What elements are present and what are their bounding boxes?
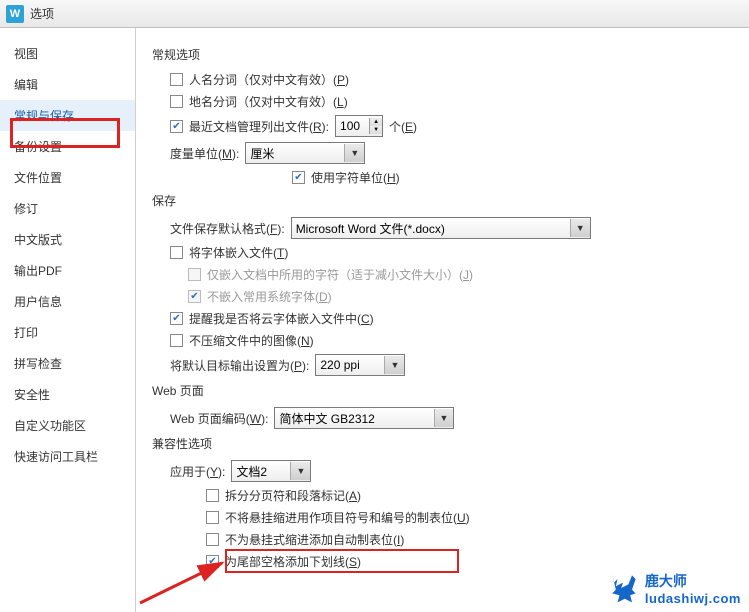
sidebar-item-spellcheck[interactable]: 拼写检查: [0, 348, 135, 379]
chevron-down-icon: ▼: [290, 462, 310, 480]
label-default-format: 文件保存默认格式(F):: [170, 220, 285, 237]
sidebar-item-general-save[interactable]: 常规与保存: [0, 100, 135, 131]
sidebar: 视图 编辑 常规与保存 备份设置 文件位置 修订 中文版式 输出PDF 用户信息…: [0, 28, 136, 612]
sidebar-item-file-location[interactable]: 文件位置: [0, 162, 135, 193]
sidebar-item-qat[interactable]: 快速访问工具栏: [0, 441, 135, 472]
sidebar-item-user-info[interactable]: 用户信息: [0, 286, 135, 317]
section-save: 保存: [152, 192, 733, 209]
checkbox-embed-subset: [188, 268, 201, 281]
label-compat-opt1: 拆分分页符和段落标记(A): [225, 487, 361, 504]
spinner-down-icon[interactable]: ▼: [370, 126, 382, 134]
label-measure: 度量单位(M):: [170, 145, 239, 162]
sidebar-item-custom-ribbon[interactable]: 自定义功能区: [0, 410, 135, 441]
section-general: 常规选项: [152, 46, 733, 63]
checkbox-place-split[interactable]: [170, 95, 183, 108]
label-recent-files: 最近文档管理列出文件(R):: [189, 118, 329, 135]
watermark-brand: 鹿大师: [645, 571, 741, 591]
checkbox-no-compress[interactable]: [170, 334, 183, 347]
sidebar-item-view[interactable]: 视图: [0, 38, 135, 69]
label-recent-unit: 个(E): [389, 118, 417, 135]
select-measure-unit[interactable]: 厘米▼: [245, 142, 365, 164]
section-web: Web 页面: [152, 382, 733, 399]
select-default-format[interactable]: Microsoft Word 文件(*.docx)▼: [291, 217, 591, 239]
label-web-encoding: Web 页面编码(W):: [170, 410, 268, 427]
sidebar-item-export-pdf[interactable]: 输出PDF: [0, 255, 135, 286]
label-embed-subset: 仅嵌入文档中所用的字符（适于减小文件大小）(J): [207, 266, 473, 283]
chevron-down-icon: ▼: [434, 409, 454, 427]
titlebar: W 选项: [0, 0, 749, 28]
watermark-url: ludashiwj.com: [645, 591, 741, 606]
window-title: 选项: [30, 5, 54, 22]
select-target-output[interactable]: 220 ppi▼: [315, 354, 405, 376]
app-icon: W: [6, 5, 24, 23]
checkbox-cloud-font-warn[interactable]: [170, 312, 183, 325]
spinner-up-icon[interactable]: ▲: [370, 118, 382, 126]
watermark: 鹿大师 ludashiwj.com: [605, 570, 741, 606]
checkbox-compat-split-pagebreak[interactable]: [206, 489, 219, 502]
checkbox-recent-files[interactable]: [170, 120, 183, 133]
label-apply-to: 应用于(Y):: [170, 463, 225, 480]
deer-icon: [605, 570, 641, 606]
label-char-unit: 使用字符单位(H): [311, 169, 400, 186]
spinner-recent-count[interactable]: 100▲▼: [335, 115, 383, 137]
label-person-split: 人名分词（仅对中文有效）(P): [189, 71, 349, 88]
sidebar-item-print[interactable]: 打印: [0, 317, 135, 348]
checkbox-compat-hanging-tab[interactable]: [206, 511, 219, 524]
label-target-output: 将默认目标输出设置为(P):: [170, 357, 309, 374]
checkbox-person-split[interactable]: [170, 73, 183, 86]
select-web-encoding[interactable]: 简体中文 GB2312▼: [274, 407, 454, 429]
label-compat-opt4: 为尾部空格添加下划线(S): [225, 553, 361, 570]
sidebar-item-chinese-layout[interactable]: 中文版式: [0, 224, 135, 255]
chevron-down-icon: ▼: [344, 144, 364, 162]
label-compat-opt3: 不为悬挂式缩进添加自动制表位(I): [225, 531, 404, 548]
label-place-split: 地名分词（仅对中文有效）(L): [189, 93, 348, 110]
label-skip-sys-fonts: 不嵌入常用系统字体(D): [207, 288, 332, 305]
checkbox-compat-trailing-underline[interactable]: [206, 555, 219, 568]
checkbox-char-unit[interactable]: [292, 171, 305, 184]
checkbox-compat-auto-tab[interactable]: [206, 533, 219, 546]
settings-panel: 常规选项 人名分词（仅对中文有效）(P) 地名分词（仅对中文有效）(L) 最近文…: [136, 28, 749, 612]
label-embed-fonts: 将字体嵌入文件(T): [189, 244, 288, 261]
chevron-down-icon: ▼: [384, 356, 404, 374]
checkbox-embed-fonts[interactable]: [170, 246, 183, 259]
section-compat: 兼容性选项: [152, 435, 733, 452]
select-apply-to[interactable]: 文档2▼: [231, 460, 311, 482]
label-no-compress: 不压缩文件中的图像(N): [189, 332, 314, 349]
label-cloud-font-warn: 提醒我是否将云字体嵌入文件中(C): [189, 310, 374, 327]
sidebar-item-revision[interactable]: 修订: [0, 193, 135, 224]
checkbox-skip-sys-fonts: [188, 290, 201, 303]
label-compat-opt2: 不将悬挂缩进用作项目符号和编号的制表位(U): [225, 509, 470, 526]
sidebar-item-edit[interactable]: 编辑: [0, 69, 135, 100]
sidebar-item-security[interactable]: 安全性: [0, 379, 135, 410]
chevron-down-icon: ▼: [570, 219, 590, 237]
sidebar-item-backup[interactable]: 备份设置: [0, 131, 135, 162]
